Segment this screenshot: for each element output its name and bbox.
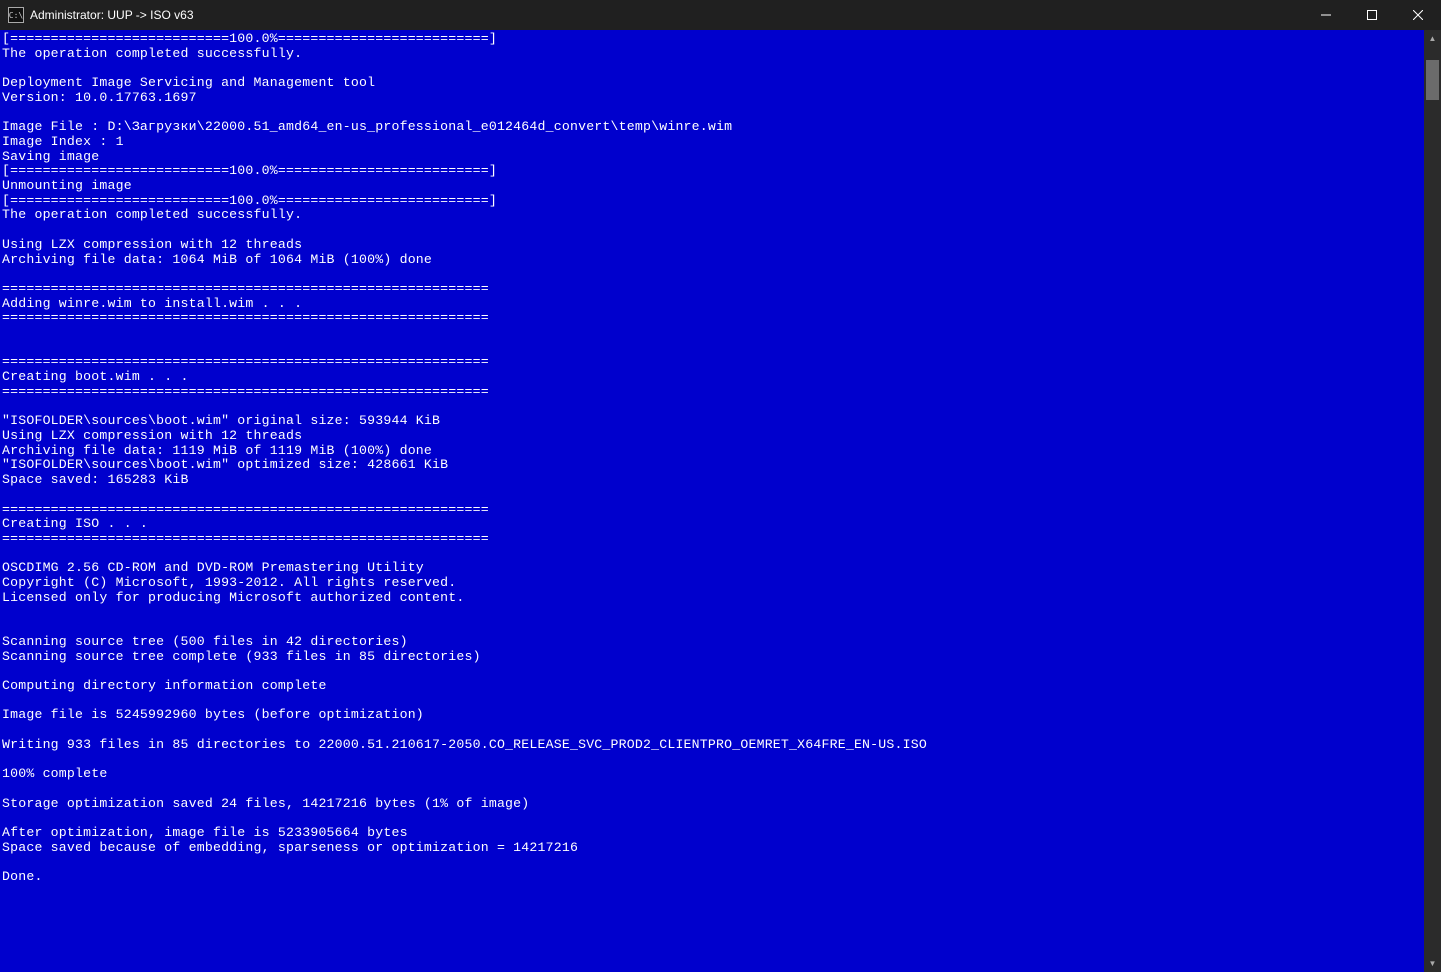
close-button[interactable] <box>1395 0 1441 30</box>
window-title: Administrator: UUP -> ISO v63 <box>30 8 1303 22</box>
window-controls <box>1303 0 1441 30</box>
scroll-down-icon[interactable]: ▼ <box>1424 955 1441 972</box>
terminal-output[interactable]: [===========================100.0%======… <box>0 30 1424 972</box>
maximize-icon <box>1367 10 1377 20</box>
minimize-button[interactable] <box>1303 0 1349 30</box>
close-icon <box>1413 10 1423 20</box>
scroll-thumb[interactable] <box>1426 60 1439 100</box>
maximize-button[interactable] <box>1349 0 1395 30</box>
titlebar[interactable]: C:\ Administrator: UUP -> ISO v63 <box>0 0 1441 30</box>
scroll-up-icon[interactable]: ▲ <box>1424 30 1441 47</box>
scrollbar[interactable]: ▲ ▼ <box>1424 30 1441 972</box>
minimize-icon <box>1321 10 1331 20</box>
content-wrapper: [===========================100.0%======… <box>0 30 1441 972</box>
cmd-icon: C:\ <box>8 7 24 23</box>
